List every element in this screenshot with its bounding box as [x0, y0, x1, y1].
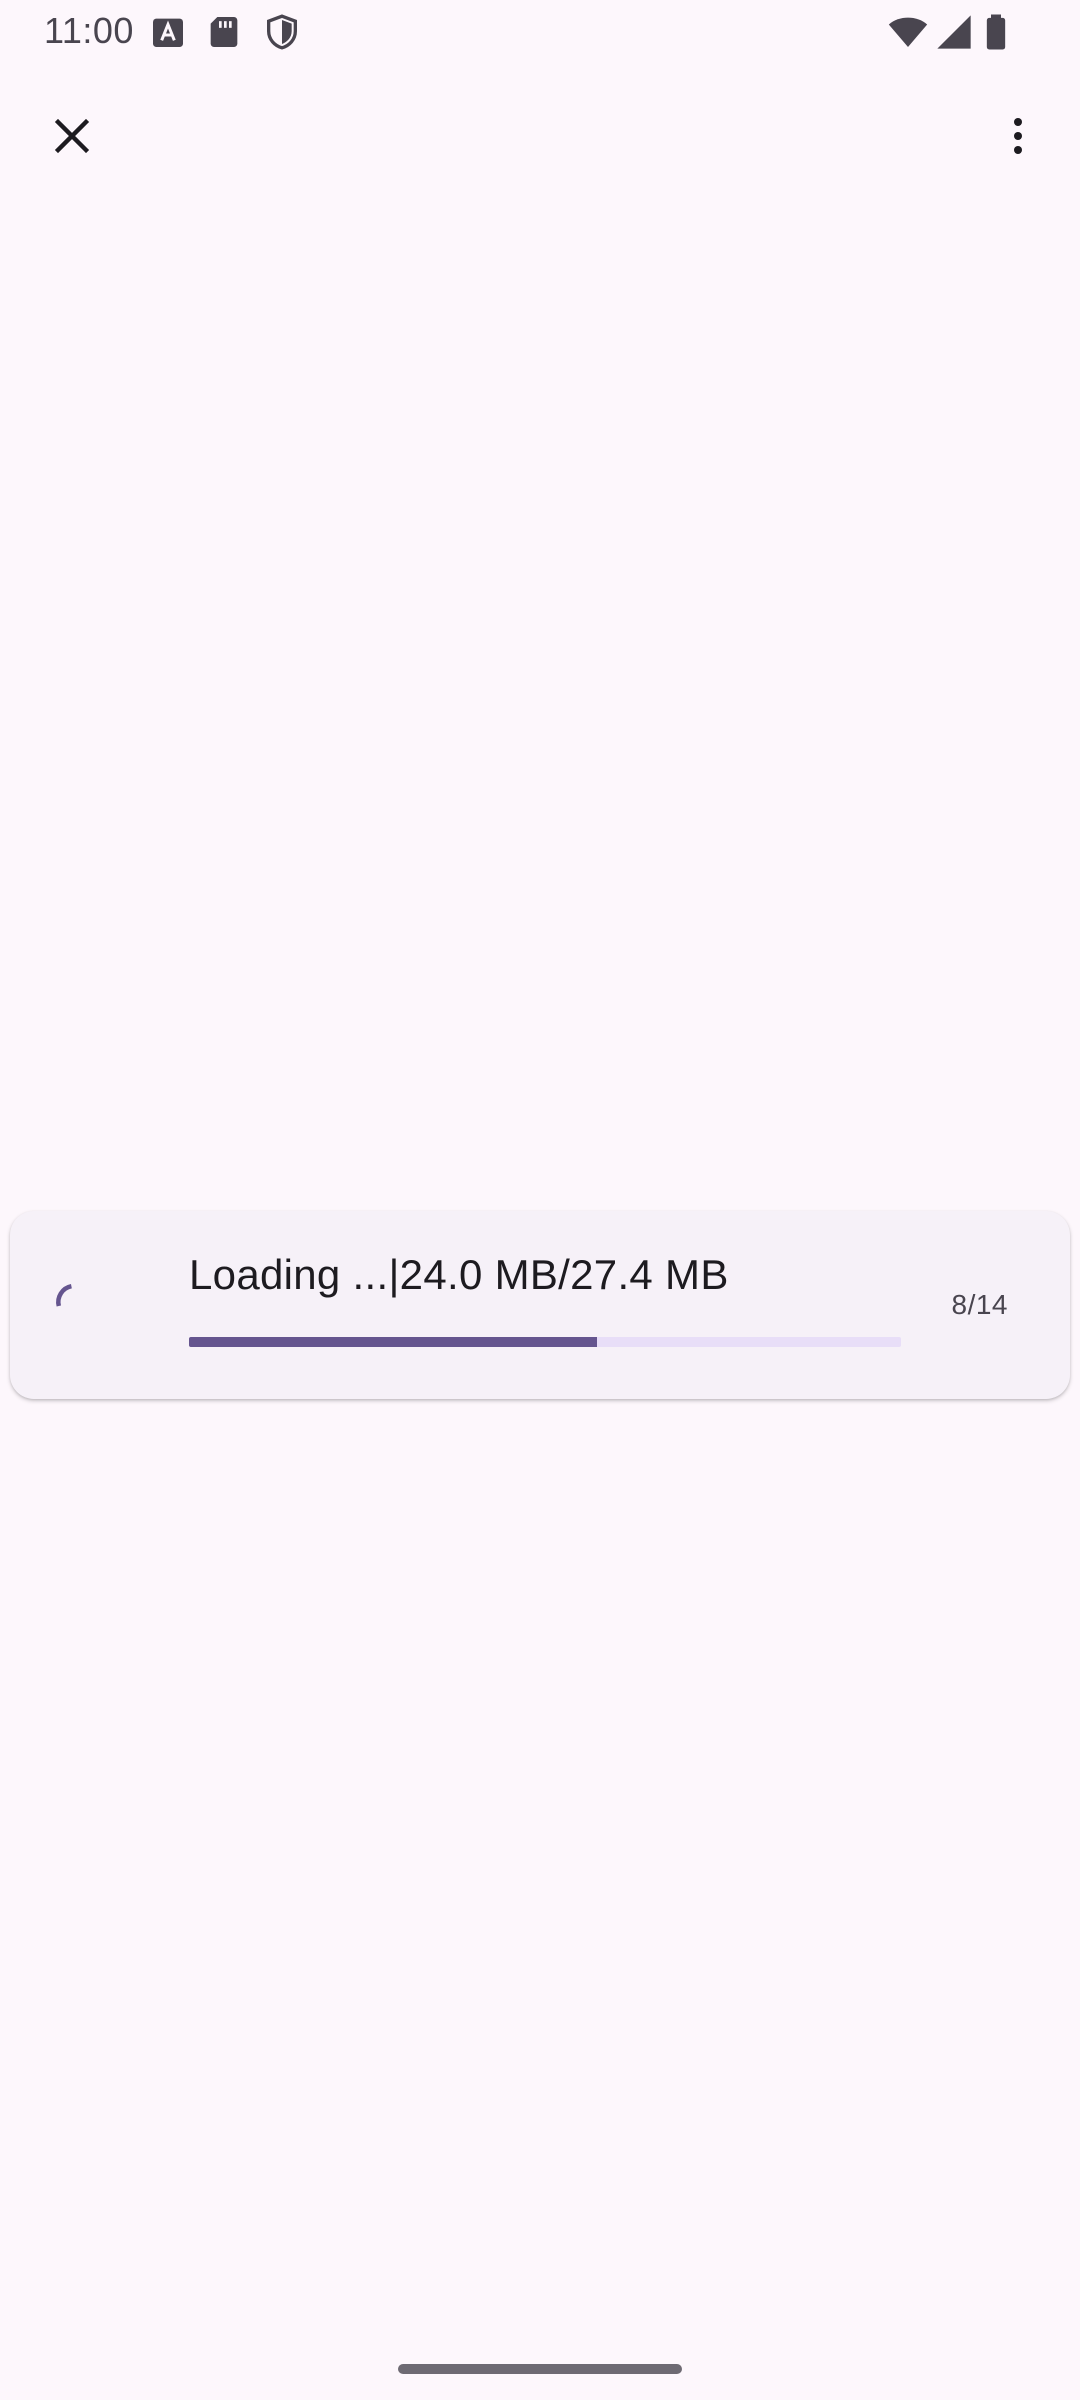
download-progress-bar [189, 1337, 901, 1347]
close-icon [54, 118, 90, 154]
loading-status-text: Loading ...|24.0 MB/27.4 MB [189, 1251, 729, 1298]
text-a-icon [148, 12, 188, 52]
more-vertical-icon [1014, 118, 1022, 154]
spinner-icon [54, 1275, 102, 1323]
battery-icon [976, 12, 1016, 52]
download-progress-fill [189, 1337, 597, 1347]
more-options-button[interactable] [970, 88, 1066, 184]
sd-card-icon [204, 12, 244, 52]
status-time: 11:00 [44, 10, 134, 51]
wifi-icon [888, 12, 928, 52]
page-counter: 8/14 [951, 1289, 1008, 1320]
signal-icon [934, 12, 974, 52]
home-indicator[interactable] [398, 2364, 682, 2374]
close-button[interactable] [24, 88, 120, 184]
status-bar: 11:00 [0, 0, 1080, 64]
shield-icon [262, 12, 302, 52]
top-app-bar [0, 72, 1080, 200]
loading-card: Loading ...|24.0 MB/27.4 MB 8/14 [10, 1211, 1070, 1399]
